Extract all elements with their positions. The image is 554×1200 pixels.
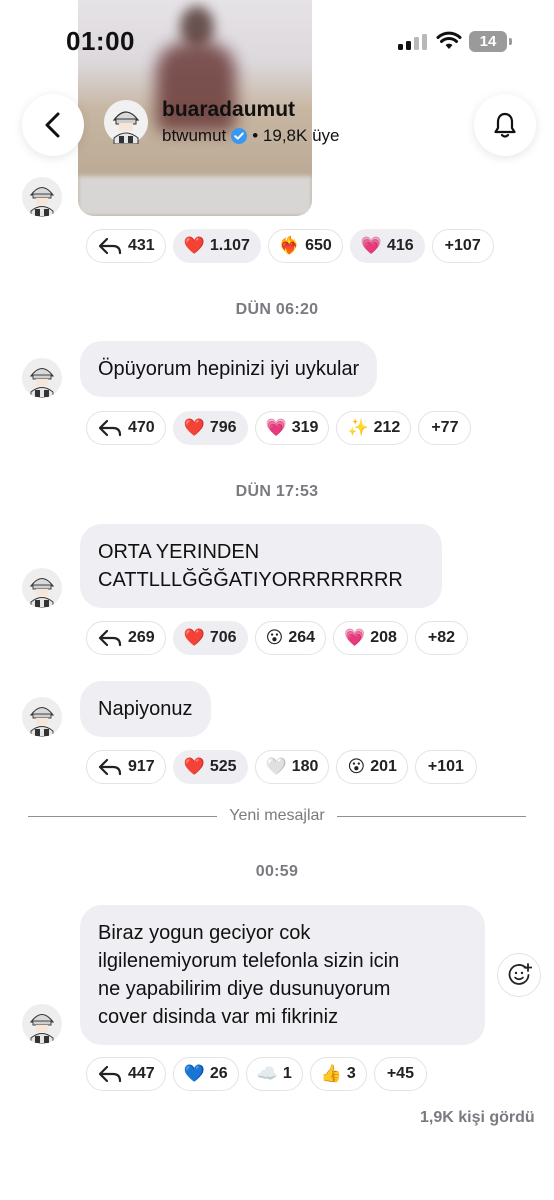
sparkles-icon: ✨ bbox=[347, 417, 369, 438]
red-heart-icon: ❤️ bbox=[183, 627, 205, 648]
reply-icon bbox=[97, 236, 123, 256]
seen-count[interactable]: 1,9K kişi gördü bbox=[420, 1109, 535, 1127]
message-bubble[interactable]: ORTA YERINDEN CATTLLLĞĞĞATIYORRRRRRRR bbox=[80, 524, 442, 608]
status-time: 01:00 bbox=[66, 26, 135, 56]
reaction-row: 917 ❤️ 525 🤍 180 😮 201 +101 bbox=[86, 750, 477, 784]
channel-subtitle: btwumut • 19,8K üye bbox=[162, 126, 339, 146]
reply-button[interactable]: 917 bbox=[86, 750, 166, 784]
reaction-red-heart[interactable]: ❤️ 1.107 bbox=[172, 229, 261, 263]
cellular-signal-icon bbox=[398, 34, 428, 50]
new-messages-label: Yeni mesajlar bbox=[0, 807, 554, 825]
reply-icon bbox=[97, 418, 123, 438]
sender-avatar[interactable] bbox=[22, 697, 62, 737]
message-text-line: ilgilenemiyorum telefonla sizin icin bbox=[98, 950, 400, 972]
reaction-red-heart[interactable]: ❤️ 796 bbox=[172, 411, 248, 445]
reaction-row: 470 ❤️ 796 💗 319 ✨ 212 +77 bbox=[86, 411, 472, 445]
reaction-sparkles[interactable]: ✨ 212 bbox=[336, 411, 412, 445]
message-text-line: CATTLLLĞĞĞATIYORRRRRRRR bbox=[98, 569, 403, 591]
surprised-face-icon: 😮 bbox=[265, 627, 284, 648]
battery-icon: 14 bbox=[469, 31, 507, 52]
channel-avatar[interactable] bbox=[104, 100, 148, 144]
chevron-left-icon bbox=[45, 112, 60, 138]
reaction-red-heart[interactable]: ❤️ 706 bbox=[172, 621, 248, 655]
timestamp: DÜN 17:53 bbox=[235, 483, 319, 500]
reply-icon bbox=[97, 1064, 123, 1084]
reaction-row: 269 ❤️ 706 😮 264 💗 208 +82 bbox=[86, 621, 469, 655]
add-reaction-button[interactable] bbox=[497, 953, 541, 997]
reaction-row: 447 💙 26 ☁️ 1 👍 3 +45 bbox=[86, 1057, 427, 1091]
cloud-icon: ☁️ bbox=[256, 1063, 278, 1084]
reply-button[interactable]: 447 bbox=[86, 1057, 166, 1091]
reply-icon bbox=[97, 757, 123, 777]
red-heart-icon: ❤️ bbox=[183, 756, 205, 777]
reaction-blue-heart[interactable]: 💙 26 bbox=[172, 1057, 239, 1091]
add-reaction-icon bbox=[508, 963, 532, 985]
message-text-line: ne yapabilirim diye dusunuyorum bbox=[98, 978, 391, 1000]
white-heart-icon: 🤍 bbox=[265, 756, 287, 777]
sparkling-heart-icon: 💗 bbox=[360, 235, 382, 256]
sparkling-heart-icon: 💗 bbox=[344, 627, 366, 648]
more-reactions[interactable]: +45 bbox=[373, 1057, 427, 1091]
reply-button[interactable]: 269 bbox=[86, 621, 166, 655]
reaction-surprised-face[interactable]: 😮 264 bbox=[254, 621, 327, 655]
reaction-red-heart[interactable]: ❤️ 525 bbox=[172, 750, 248, 784]
more-reactions[interactable]: +77 bbox=[418, 411, 472, 445]
sender-avatar[interactable] bbox=[22, 358, 62, 398]
notifications-button[interactable] bbox=[474, 94, 536, 156]
reaction-sparkling-heart[interactable]: 💗 416 bbox=[349, 229, 425, 263]
more-reactions[interactable]: +101 bbox=[414, 750, 477, 784]
timestamp: 00:59 bbox=[255, 863, 299, 880]
surprised-face-icon: 😮 bbox=[347, 756, 366, 777]
reaction-thumbs-up[interactable]: 👍 3 bbox=[309, 1057, 367, 1091]
reaction-sparkling-heart[interactable]: 💗 319 bbox=[254, 411, 330, 445]
blue-heart-icon: 💙 bbox=[183, 1063, 205, 1084]
bell-icon bbox=[494, 112, 516, 138]
verified-badge-icon bbox=[231, 128, 248, 144]
reply-button[interactable]: 431 bbox=[86, 229, 166, 263]
battery-tip bbox=[509, 38, 512, 45]
channel-owner[interactable]: btwumut bbox=[162, 126, 226, 146]
red-heart-icon: ❤️ bbox=[183, 235, 205, 256]
reaction-sparkling-heart[interactable]: 💗 208 bbox=[333, 621, 408, 655]
more-reactions[interactable]: +82 bbox=[414, 621, 469, 655]
message-text-line: Biraz yogun geciyor cok bbox=[98, 922, 311, 944]
reply-icon bbox=[97, 628, 123, 648]
sparkling-heart-icon: 💗 bbox=[265, 417, 287, 438]
red-heart-icon: ❤️ bbox=[183, 417, 205, 438]
message-bubble[interactable]: Napiyonuz bbox=[80, 681, 211, 737]
sender-avatar[interactable] bbox=[22, 568, 62, 608]
timestamp: DÜN 06:20 bbox=[235, 301, 319, 318]
back-button[interactable] bbox=[22, 94, 84, 156]
thumbs-up-icon: 👍 bbox=[320, 1063, 342, 1084]
reaction-row: 431 ❤️ 1.107 ❤️‍🔥 650 💗 416 +107 bbox=[86, 229, 494, 263]
reaction-white-heart[interactable]: 🤍 180 bbox=[254, 750, 330, 784]
member-count: • 19,8K üye bbox=[252, 126, 340, 145]
channel-name[interactable]: buaradaumut bbox=[162, 98, 295, 122]
reaction-cloud[interactable]: ☁️ 1 bbox=[245, 1057, 303, 1091]
message-text-line: ORTA YERINDEN bbox=[98, 541, 260, 563]
status-bar: 01:00 14 bbox=[0, 0, 554, 80]
message-bubble[interactable]: Biraz yogun geciyor cok ilgilenemiyorum … bbox=[80, 905, 485, 1045]
reaction-surprised-face[interactable]: 😮 201 bbox=[336, 750, 408, 784]
wifi-icon bbox=[436, 31, 462, 49]
reaction-heart-on-fire[interactable]: ❤️‍🔥 650 bbox=[267, 229, 343, 263]
channel-header: buaradaumut btwumut • 19,8K üye bbox=[0, 86, 554, 172]
more-reactions[interactable]: +107 bbox=[431, 229, 494, 263]
reply-button[interactable]: 470 bbox=[86, 411, 166, 445]
heart-on-fire-icon: ❤️‍🔥 bbox=[278, 235, 301, 256]
message-text-line: cover disinda var mi fikriniz bbox=[98, 1006, 339, 1028]
sender-avatar[interactable] bbox=[22, 177, 62, 217]
sender-avatar[interactable] bbox=[22, 1004, 62, 1044]
message-bubble[interactable]: Öpüyorum hepinizi iyi uykular bbox=[80, 341, 378, 397]
